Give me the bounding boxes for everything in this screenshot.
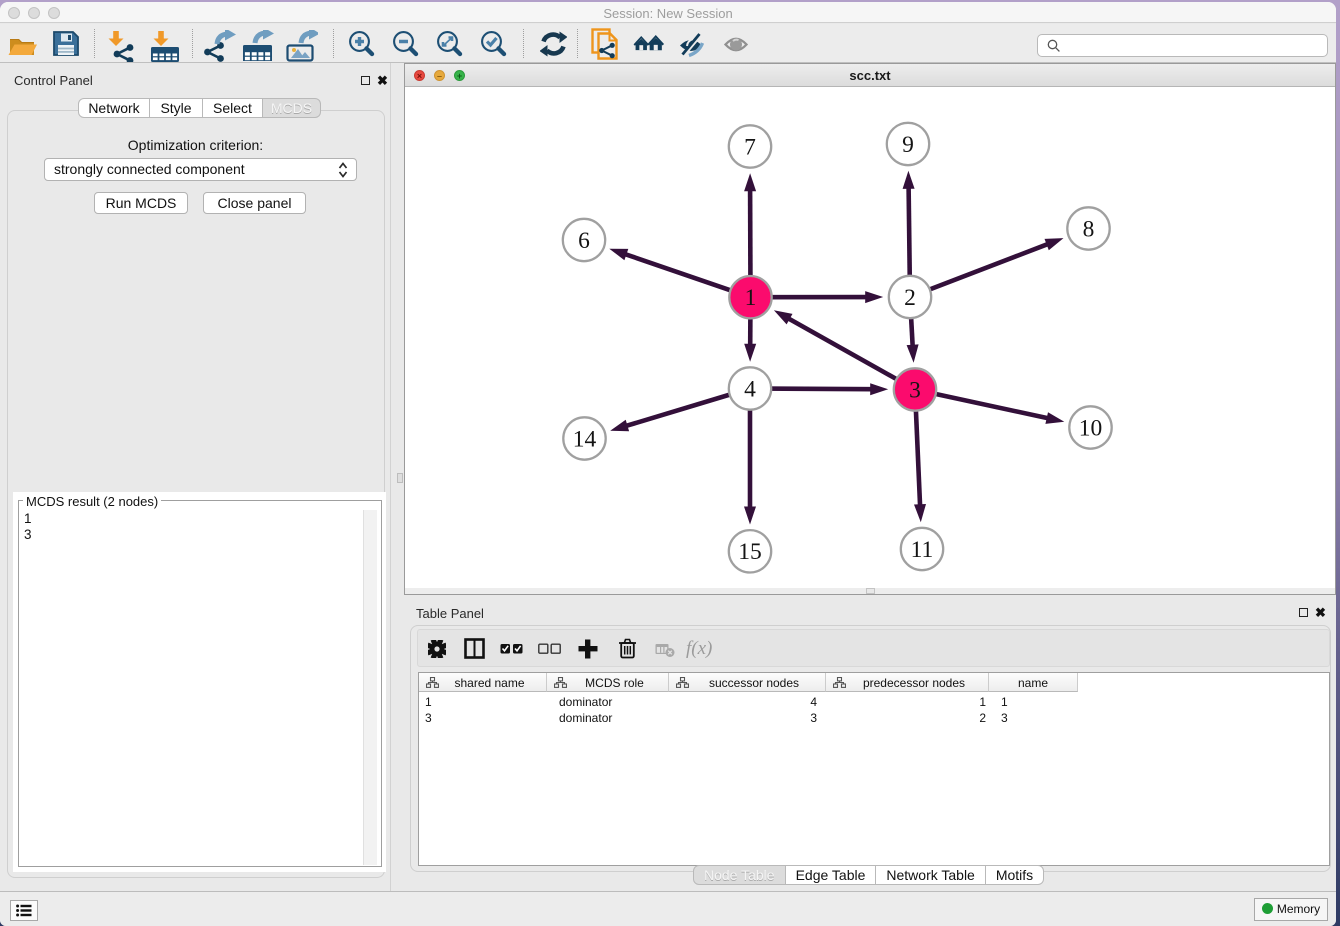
svg-text:1: 1 bbox=[745, 285, 757, 311]
svg-text:4: 4 bbox=[744, 376, 756, 402]
svg-text:7: 7 bbox=[744, 134, 756, 160]
svg-text:3: 3 bbox=[909, 377, 921, 403]
svg-text:8: 8 bbox=[1083, 216, 1095, 242]
svg-text:f(x): f(x) bbox=[686, 638, 712, 659]
svg-text:15: 15 bbox=[738, 539, 762, 565]
svg-text:14: 14 bbox=[573, 426, 597, 452]
svg-text:10: 10 bbox=[1079, 415, 1103, 441]
svg-text:11: 11 bbox=[911, 537, 934, 563]
svg-text:6: 6 bbox=[578, 228, 590, 254]
svg-text:2: 2 bbox=[904, 285, 916, 311]
svg-text:9: 9 bbox=[902, 132, 914, 158]
